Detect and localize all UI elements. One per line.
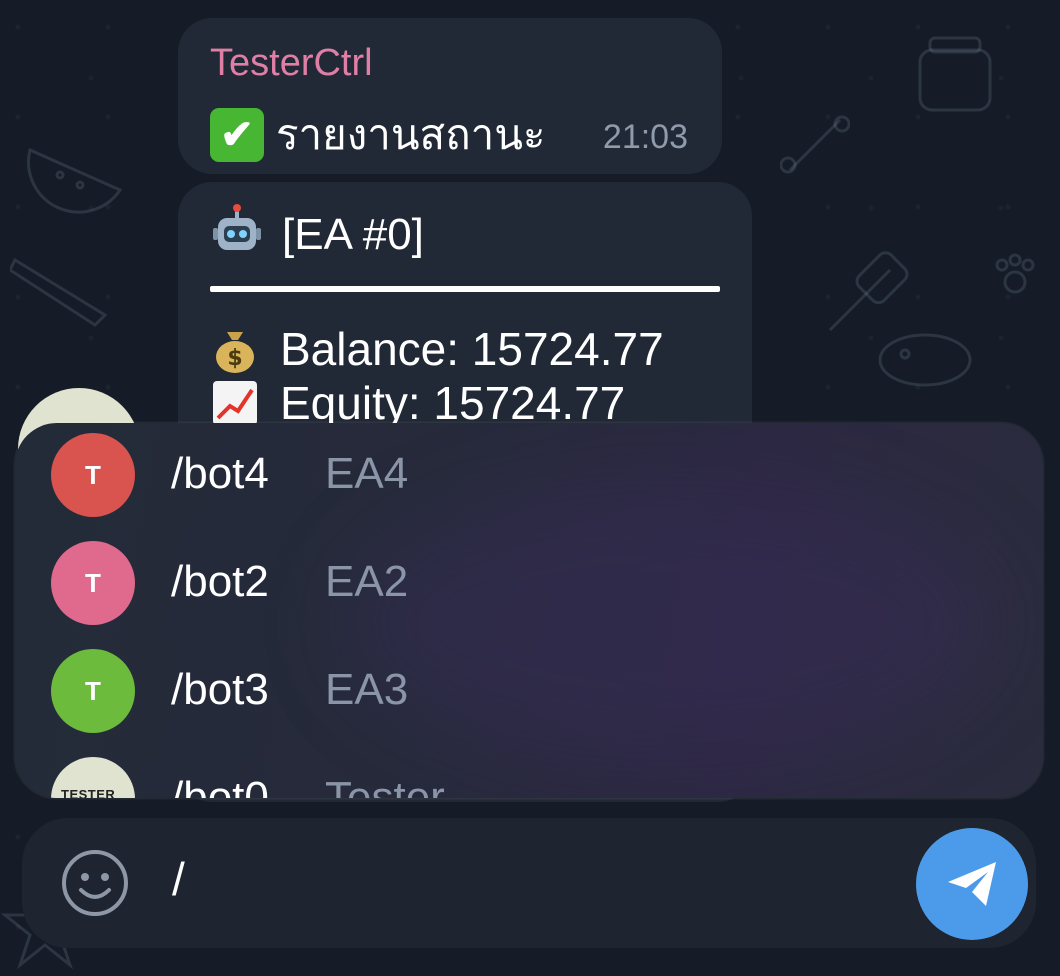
smiley-icon[interactable] (60, 848, 130, 918)
divider (210, 286, 720, 292)
command-description: Tester (325, 773, 445, 798)
pencil-doodle-icon (10, 257, 108, 327)
money-bag-icon: $ (216, 332, 254, 373)
command-description: EA2 (325, 557, 409, 606)
bot-avatar: TESTER (51, 757, 135, 798)
command-item-bot3[interactable]: T /bot3 EA3 (15, 639, 1043, 743)
bot-avatar: T (51, 649, 135, 733)
send-icon (948, 862, 996, 906)
robot-icon (213, 204, 261, 250)
report-title: [EA #0] (282, 210, 424, 259)
message-composer: / (22, 818, 1036, 948)
command-item-bot4[interactable]: T /bot4 EA4 (15, 423, 1043, 527)
bone-doodle-icon (780, 115, 850, 174)
svg-text:$: $ (227, 346, 242, 371)
message-time: 21:03 (602, 118, 688, 156)
check-mark-icon: ✔ (210, 108, 264, 162)
avatar-label: TESTER (61, 787, 116, 798)
message-bubble-status[interactable]: TesterCtrl ✔ รายงานสถานะ 21:03 (178, 18, 722, 174)
command-suggestions-panel: T /bot4 EA4 T /bot2 EA2 T /bot3 EA3 TEST… (15, 423, 1043, 798)
send-button[interactable] (916, 828, 1028, 940)
equity-line: Equity: 15724.77 (210, 376, 625, 430)
command-description: EA4 (325, 449, 409, 498)
fish-doodle-icon (878, 333, 972, 387)
sender-name[interactable]: TesterCtrl (210, 42, 373, 85)
message-text: รายงานสถานะ (276, 111, 546, 158)
paw-doodle-icon (995, 253, 1035, 294)
jar-doodle-icon (918, 36, 992, 112)
command-name: /bot2 (171, 557, 269, 606)
command-name: /bot4 (171, 449, 269, 498)
watermelon-doodle-icon (27, 147, 123, 214)
command-item-bot2[interactable]: T /bot2 EA2 (15, 531, 1043, 635)
chart-increasing-icon (213, 381, 257, 425)
command-name: /bot3 (171, 665, 269, 714)
equity-text: Equity: 15724.77 (280, 377, 626, 429)
bot-avatar: T (51, 433, 135, 517)
message-text-row: ✔ รายงานสถานะ (210, 102, 545, 168)
command-name: /bot0 (171, 773, 269, 798)
balance-line: $ Balance: 15724.77 (210, 322, 664, 376)
message-input[interactable]: / (172, 852, 185, 906)
command-item-bot0[interactable]: TESTER /bot0 Tester (15, 747, 1043, 798)
bot-avatar: T (51, 541, 135, 625)
command-description: EA3 (325, 665, 409, 714)
balance-text: Balance: 15724.77 (280, 323, 664, 375)
